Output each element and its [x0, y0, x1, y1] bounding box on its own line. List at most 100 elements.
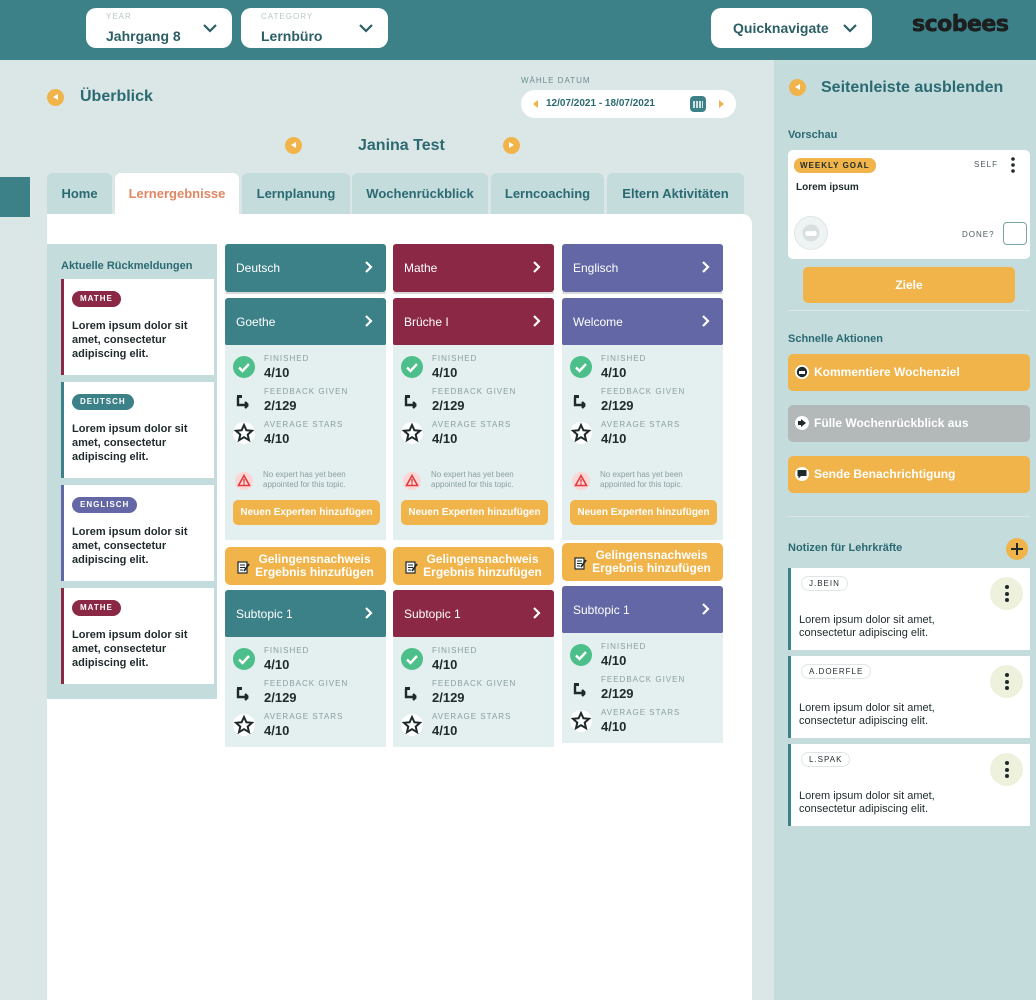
feedback-card[interactable]: MATHE Lorem ipsum dolor sit amet, consec…: [61, 279, 214, 375]
comment-weekly-goal-button[interactable]: Kommentiere Wochenziel: [788, 354, 1030, 391]
subject-header[interactable]: Deutsch: [225, 244, 386, 294]
topic-stats: FINISHED 4/10 FEEDBACK GIVEN 2/129 AVERA…: [562, 345, 723, 540]
teacher-note[interactable]: L.SPAK Lorem ipsum dolor sit amet, conse…: [788, 744, 1030, 826]
next-week-icon[interactable]: [719, 100, 724, 108]
student-name: Janina Test: [358, 137, 445, 154]
check-circle-icon: [401, 648, 423, 670]
stat-label: FINISHED: [601, 642, 647, 651]
hide-sidebar-icon[interactable]: [789, 79, 806, 96]
subtopic-header[interactable]: Subtopic 1: [225, 590, 386, 640]
weekly-goal-card[interactable]: WEEKLY GOAL SELF Lorem ipsum DONE?: [788, 150, 1030, 259]
warning-text: No expert has yet been appointed for thi…: [600, 470, 683, 489]
add-proof-button[interactable]: Gelingensnachweis Ergebnis hinzufügen: [562, 543, 723, 581]
stat-label: FINISHED: [264, 354, 310, 363]
check-circle-icon: [233, 648, 255, 670]
left-nav-toggle[interactable]: [0, 177, 30, 217]
stat-value: 4/10: [432, 365, 458, 380]
subject-name: Deutsch: [236, 261, 281, 275]
add-note-icon[interactable]: [1006, 538, 1028, 560]
hide-sidebar-button[interactable]: Seitenleiste ausblenden: [821, 79, 1003, 97]
chevron-down-icon: [203, 24, 217, 33]
year-dropdown[interactable]: YEAR Jahrgang 8: [86, 8, 232, 48]
add-expert-button[interactable]: Neuen Experten hinzufügen: [401, 500, 548, 525]
scobees-logo[interactable]: scobees: [912, 12, 1009, 38]
send-notification-button[interactable]: Sende Benachrichtigung: [788, 456, 1030, 493]
previous-student-icon[interactable]: [285, 137, 302, 154]
goals-button[interactable]: Ziele: [803, 267, 1015, 303]
note-text: Lorem ipsum dolor sit amet, consectetur …: [799, 790, 935, 815]
feedback-icon: [573, 683, 586, 697]
subtopic-stats: FINISHED 4/10 FEEDBACK GIVEN 2/129 AVERA…: [225, 637, 386, 747]
note-edit-icon: [405, 561, 418, 574]
collapse-arrow-icon[interactable]: [47, 89, 64, 106]
chevron-right-icon: [533, 607, 541, 619]
weekly-review-button[interactable]: Fülle Wochenrückblick aus: [788, 405, 1030, 442]
category-dropdown[interactable]: CATEGORY Lernbüro: [241, 8, 388, 48]
tab-wochenrueckblick[interactable]: Wochenrückblick: [352, 173, 488, 214]
subtopic-name: Subtopic 1: [573, 603, 630, 617]
feedback-column: Aktuelle Rückmeldungen MATHE Lorem ipsum…: [47, 244, 217, 699]
proof-line-2: Ergebnis hinzufügen: [423, 565, 542, 579]
subtopic-header[interactable]: Subtopic 1: [393, 590, 554, 640]
more-options-icon[interactable]: [990, 577, 1023, 610]
stat-label: AVERAGE STARS: [601, 708, 681, 717]
subject-badge: ENGLISCH: [72, 497, 138, 513]
more-options-icon[interactable]: [1008, 156, 1018, 174]
stat-label: FEEDBACK GIVEN: [601, 675, 686, 684]
next-student-icon[interactable]: [503, 137, 520, 154]
subject-header[interactable]: Englisch: [562, 244, 723, 294]
note-edit-icon: [574, 557, 587, 570]
tab-lernergebnisse[interactable]: Lernergebnisse: [115, 173, 239, 216]
stat-label: FINISHED: [432, 354, 478, 363]
tab-home[interactable]: Home: [47, 173, 112, 214]
add-expert-button[interactable]: Neuen Experten hinzufügen: [570, 500, 717, 525]
smiley-face-icon[interactable]: [794, 216, 828, 250]
preview-title: Vorschau: [788, 129, 838, 141]
stat-value: 4/10: [432, 723, 458, 738]
add-expert-button[interactable]: Neuen Experten hinzufügen: [233, 500, 380, 525]
more-options-icon[interactable]: [990, 665, 1023, 698]
date-picker[interactable]: 12/07/2021 - 18/07/2021: [521, 90, 736, 118]
teacher-note[interactable]: A.DOERFLE Lorem ipsum dolor sit amet, co…: [788, 656, 1030, 738]
date-label: WÄHLE DATUM: [521, 76, 591, 85]
topic-name: Welcome: [573, 315, 623, 329]
stat-label: FINISHED: [601, 354, 647, 363]
feedback-card[interactable]: MATHE Lorem ipsum dolor sit amet, consec…: [61, 588, 214, 684]
topic-header[interactable]: Goethe: [225, 298, 386, 348]
feedback-icon: [404, 687, 417, 701]
topic-stats: FINISHED 4/10 FEEDBACK GIVEN 2/129 AVERA…: [393, 345, 554, 540]
chevron-right-icon: [702, 315, 710, 327]
subtopic-header[interactable]: Subtopic 1: [562, 586, 723, 636]
chevron-right-icon: [702, 603, 710, 615]
year-dropdown-value: Jahrgang 8: [106, 28, 181, 44]
add-proof-button[interactable]: Gelingensnachweis Ergebnis hinzufügen: [393, 547, 554, 585]
stat-label: FEEDBACK GIVEN: [264, 679, 349, 688]
stat-value: 4/10: [601, 431, 627, 446]
quick-action-label: Fülle Wochenrückblick aus: [814, 416, 969, 430]
calendar-icon[interactable]: [690, 96, 706, 112]
chevron-right-icon: [365, 315, 373, 327]
star-icon: [401, 714, 423, 736]
feedback-card[interactable]: ENGLISCH Lorem ipsum dolor sit amet, con…: [61, 485, 214, 581]
goal-owner: SELF: [974, 160, 999, 169]
tab-lernplanung[interactable]: Lernplanung: [242, 173, 350, 214]
feedback-card[interactable]: DEUTSCH Lorem ipsum dolor sit amet, cons…: [61, 382, 214, 478]
note-text: Lorem ipsum dolor sit amet, consectetur …: [799, 614, 935, 639]
more-options-icon[interactable]: [990, 753, 1023, 786]
teacher-note[interactable]: J.BEIN Lorem ipsum dolor sit amet, conse…: [788, 568, 1030, 650]
topic-header[interactable]: Welcome: [562, 298, 723, 348]
feedback-icon: [236, 395, 249, 409]
chat-bubble-icon: [795, 467, 809, 481]
previous-week-icon[interactable]: [533, 100, 538, 108]
subject-header[interactable]: Mathe: [393, 244, 554, 294]
check-circle-icon: [570, 644, 592, 666]
tab-eltern-aktivitaeten[interactable]: Eltern Aktivitäten: [607, 173, 744, 214]
warning-icon: [235, 472, 253, 490]
weekly-goal-badge: WEEKLY GOAL: [794, 158, 876, 173]
tab-lerncoaching[interactable]: Lerncoaching: [491, 173, 604, 214]
add-proof-button[interactable]: Gelingensnachweis Ergebnis hinzufügen: [225, 547, 386, 585]
stat-value: 4/10: [264, 723, 290, 738]
done-checkbox[interactable]: [1003, 222, 1027, 245]
quicknavigate-dropdown[interactable]: Quicknavigate: [711, 8, 872, 48]
topic-header[interactable]: Brüche I: [393, 298, 554, 348]
